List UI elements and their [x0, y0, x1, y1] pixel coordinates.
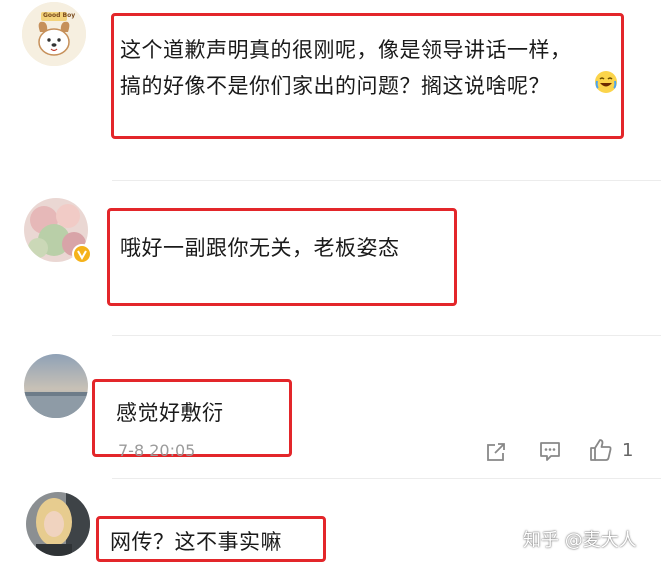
avatar[interactable]: [26, 492, 90, 556]
landscape-avatar-icon: [24, 354, 88, 418]
comment-text-line: 网传？这不事实嘛: [110, 530, 282, 554]
comment-timestamp: 7-8 20:05: [118, 441, 196, 460]
comment-text-line: 哦好一副跟你无关，老板姿态: [120, 236, 400, 260]
watermark: 知乎 @麦大人: [523, 530, 637, 551]
person-avatar-icon: [26, 492, 90, 556]
like-count: 1: [622, 440, 634, 461]
comment-text-line: 这个道歉声明真的很刚呢，像是领导讲话一样，: [120, 38, 572, 62]
laugh-cry-icon: [595, 71, 617, 93]
avatar[interactable]: [24, 354, 88, 418]
share-icon[interactable]: [484, 440, 508, 464]
comment-text-line: 感觉好敷衍: [116, 401, 224, 425]
divider: [112, 335, 661, 336]
comment-text-line: 搞的好像不是你们家出的问题？搁这说啥呢？: [120, 74, 550, 98]
avatar-logo-text: Good Boy: [43, 12, 76, 19]
divider: [112, 478, 661, 479]
verified-badge-icon: [72, 244, 92, 264]
like-icon[interactable]: [588, 437, 614, 463]
comment-icon[interactable]: [538, 439, 562, 463]
divider: [112, 180, 661, 181]
avatar[interactable]: Good Boy: [22, 2, 86, 66]
